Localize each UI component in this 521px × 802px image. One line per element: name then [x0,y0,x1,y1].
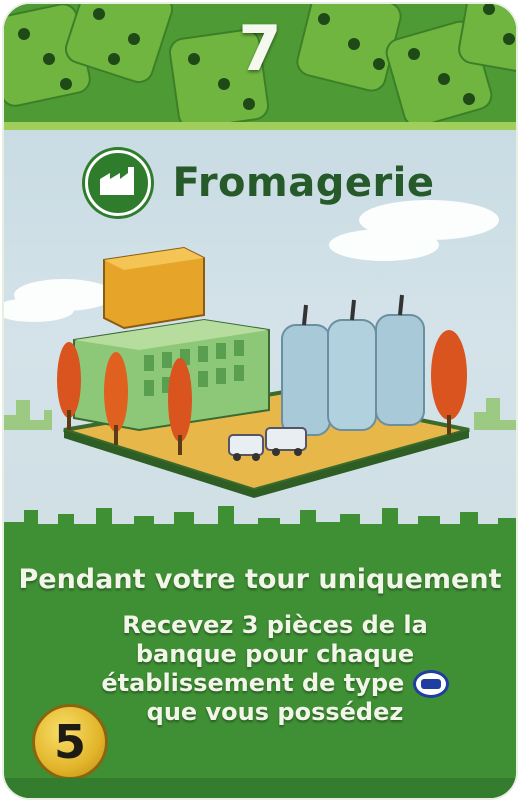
card-footer [4,778,516,798]
activation-number: 7 [238,12,282,85]
card-illustration: Fromagerie [4,122,516,550]
ability-text-end: que vous possédez [146,698,404,726]
ability-text: Recevez 3 pièces de la banque pour chaqu… [101,611,428,697]
cow-ranch-icon [412,670,449,698]
dice-band: 7 [4,4,516,126]
cost-coin: 5 [32,704,108,780]
cloud-icon [4,200,499,322]
ability-text-block: Pendant votre tour uniquement Recevez 3 … [4,564,516,727]
ability-heading: Pendant votre tour uniquement [18,564,502,595]
factory-scene [4,200,516,498]
milk-tanks [281,294,425,436]
card[interactable]: 7 Fromagerie Pendant votre tour uniqueme… [4,4,516,798]
